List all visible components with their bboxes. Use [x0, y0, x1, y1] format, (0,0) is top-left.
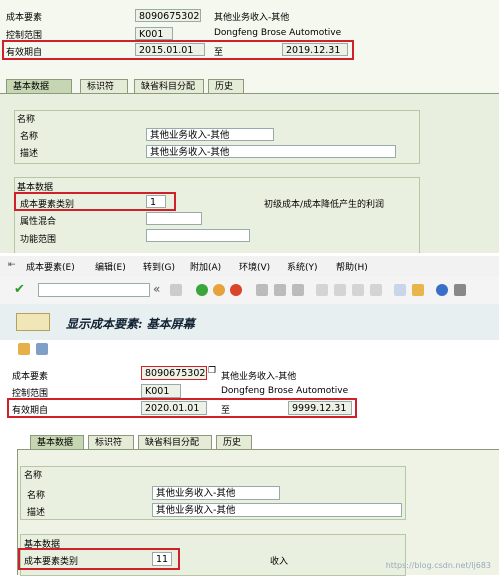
- tab-default-account[interactable]: 缺省科目分配: [134, 79, 204, 93]
- back-arrows-icon[interactable]: «: [153, 282, 160, 296]
- attr-label: 属性混合: [20, 217, 57, 227]
- cost-element-label: 成本要素: [6, 13, 43, 23]
- menu-goto[interactable]: 转到(G): [143, 260, 175, 273]
- controlling-area-desc: Dongfeng Brose Automotive: [214, 28, 342, 38]
- menu-bar: ⇤ 成本要素(E) 编辑(E) 转到(G) 附加(A) 环境(V) 系统(Y) …: [0, 256, 499, 277]
- tab-basic-data[interactable]: 基本数据: [6, 79, 72, 93]
- desc-label: 描述: [27, 508, 46, 518]
- command-field[interactable]: [38, 283, 150, 297]
- title-bar: 显示成本要素: 基本屏幕: [0, 304, 499, 340]
- check-icon[interactable]: ✔: [14, 283, 25, 296]
- to-label: 至: [214, 48, 224, 58]
- names-group-title: 名称: [17, 115, 36, 125]
- attr-field[interactable]: [146, 212, 202, 225]
- menu-environment[interactable]: 环境(V): [239, 260, 270, 273]
- cost-element-desc: 其他业务收入-其他: [214, 13, 290, 23]
- desc-field[interactable]: 其他业务收入-其他: [152, 503, 402, 517]
- controlling-area-desc: Dongfeng Brose Automotive: [221, 386, 349, 396]
- display-icon[interactable]: [36, 343, 48, 355]
- shortcut-icon[interactable]: [412, 284, 424, 296]
- names-group-title: 名称: [24, 471, 43, 481]
- cost-element-field[interactable]: 8090675302: [135, 9, 201, 22]
- change-icon[interactable]: [18, 343, 30, 355]
- category-desc: 收入: [270, 557, 289, 567]
- tab-history[interactable]: 历史: [216, 435, 252, 449]
- layout-icon[interactable]: [454, 284, 466, 296]
- prev-page-icon[interactable]: [334, 284, 346, 296]
- valid-to-field[interactable]: 9999.12.31: [288, 401, 352, 415]
- menu-system[interactable]: 系统(Y): [287, 260, 318, 273]
- tab-indicators[interactable]: 标识符: [80, 79, 128, 93]
- desc-label: 描述: [20, 149, 39, 159]
- menu-extras[interactable]: 附加(A): [190, 260, 221, 273]
- help-icon[interactable]: [436, 284, 448, 296]
- cost-element-label: 成本要素: [12, 372, 49, 382]
- valid-from-label: 有效期自: [12, 406, 49, 416]
- copy-icon[interactable]: ❐: [208, 366, 216, 376]
- cost-element-desc: 其他业务收入-其他: [221, 372, 297, 382]
- valid-from-field[interactable]: 2015.01.01: [135, 43, 205, 56]
- menu-edit[interactable]: 编辑(E): [95, 260, 126, 273]
- controlling-area-field[interactable]: K001: [141, 384, 181, 398]
- new-session-icon[interactable]: [394, 284, 406, 296]
- category-field[interactable]: 1: [146, 195, 166, 208]
- menu-cost-element[interactable]: 成本要素(E): [26, 260, 75, 273]
- menu-arrow-icon[interactable]: ⇤: [8, 260, 16, 270]
- name-field[interactable]: 其他业务收入-其他: [152, 486, 280, 500]
- basic-data-group: [14, 177, 420, 255]
- to-label: 至: [221, 406, 231, 416]
- application-toolbar: [0, 340, 499, 360]
- top-screenshot: 成本要素 8090675302 其他业务收入-其他 控制范围 K001 Dong…: [0, 0, 499, 255]
- valid-from-label: 有效期自: [6, 48, 43, 58]
- name-label: 名称: [27, 491, 46, 501]
- next-page-icon[interactable]: [352, 284, 364, 296]
- valid-from-field[interactable]: 2020.01.01: [141, 401, 207, 415]
- tab-basic-data[interactable]: 基本数据: [30, 435, 84, 449]
- category-label: 成本要素类别: [24, 557, 79, 567]
- category-desc: 初级成本/成本降低产生的利润: [264, 200, 385, 210]
- print-icon[interactable]: [256, 284, 268, 296]
- watermark: https://blog.csdn.net/lj683: [385, 561, 491, 570]
- first-page-icon[interactable]: [316, 284, 328, 296]
- find-icon[interactable]: [274, 284, 286, 296]
- find-next-icon[interactable]: [292, 284, 304, 296]
- exit-icon[interactable]: [213, 284, 225, 296]
- tab-default-account[interactable]: 缺省科目分配: [138, 435, 212, 449]
- menu-button-icon[interactable]: [16, 313, 50, 331]
- name-field[interactable]: 其他业务收入-其他: [146, 128, 274, 141]
- controlling-area-field[interactable]: K001: [135, 27, 173, 40]
- menu-help[interactable]: 帮助(H): [336, 260, 368, 273]
- tab-history[interactable]: 历史: [208, 79, 244, 93]
- page-title: 显示成本要素: 基本屏幕: [66, 317, 195, 331]
- toolbar: ✔ «: [0, 276, 499, 305]
- func-field[interactable]: [146, 229, 250, 242]
- last-page-icon[interactable]: [370, 284, 382, 296]
- tab-indicators[interactable]: 标识符: [88, 435, 134, 449]
- category-label: 成本要素类别: [20, 200, 75, 210]
- cost-element-field[interactable]: 8090675302: [141, 366, 207, 380]
- func-label: 功能范围: [20, 235, 57, 245]
- category-field[interactable]: 11: [152, 552, 172, 566]
- back-icon[interactable]: [196, 284, 208, 296]
- save-icon[interactable]: [170, 284, 182, 296]
- name-label: 名称: [20, 132, 39, 142]
- desc-field[interactable]: 其他业务收入-其他: [146, 145, 396, 158]
- valid-to-field[interactable]: 2019.12.31: [282, 43, 348, 56]
- cancel-icon[interactable]: [230, 284, 242, 296]
